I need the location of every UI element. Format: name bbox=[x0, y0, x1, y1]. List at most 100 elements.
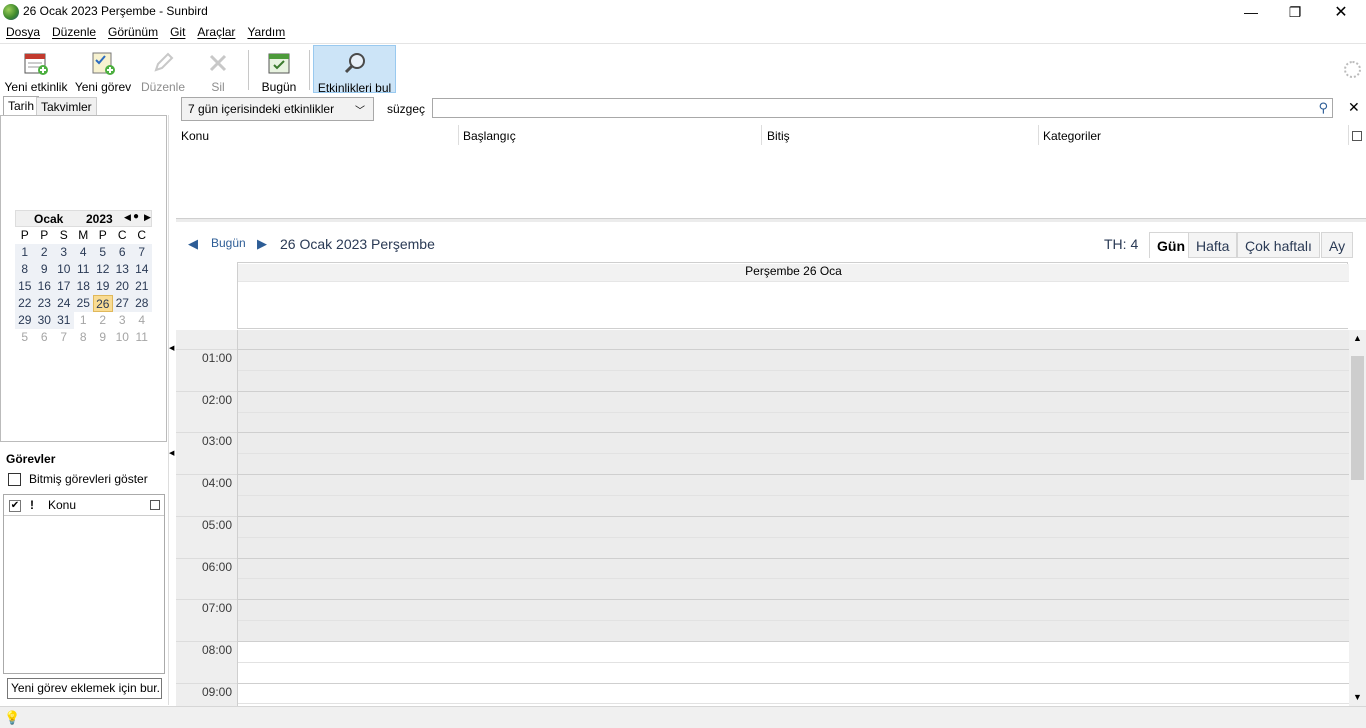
minimonth-day[interactable]: 15 bbox=[15, 278, 35, 295]
menu-gorunum[interactable]: Görünüm bbox=[108, 24, 158, 43]
minimize-button[interactable]: — bbox=[1228, 0, 1274, 24]
minimonth-day[interactable]: 31 bbox=[54, 312, 74, 329]
column-picker-icon[interactable] bbox=[1352, 131, 1362, 141]
minimonth-day[interactable]: 5 bbox=[93, 244, 113, 261]
close-filter-icon[interactable]: ✕ bbox=[1348, 99, 1360, 116]
find-events-button[interactable]: Etkinlikleri bul bbox=[313, 45, 396, 95]
scroll-up-icon[interactable]: ▲ bbox=[1353, 333, 1362, 343]
event-list[interactable]: Konu Başlangıç Bitiş Kategoriler bbox=[176, 122, 1366, 220]
menu-git[interactable]: Git bbox=[170, 24, 185, 43]
minimonth-year[interactable]: 2023 bbox=[86, 212, 113, 226]
minimonth-next-icon[interactable]: ▶ bbox=[144, 212, 151, 223]
minimonth-day[interactable]: 11 bbox=[132, 329, 152, 346]
minimonth-day[interactable]: 29 bbox=[15, 312, 35, 329]
collapse-sidebar-icon[interactable]: ◀ bbox=[169, 449, 174, 457]
search-icon[interactable]: ⚲ bbox=[1318, 100, 1328, 116]
task-subject-column[interactable]: Konu bbox=[48, 498, 76, 512]
tab-calendars[interactable]: Takvimler bbox=[36, 97, 97, 116]
minimonth-day[interactable]: 16 bbox=[34, 278, 54, 295]
minimonth-day[interactable]: 9 bbox=[34, 261, 54, 278]
collapse-sidebar-icon[interactable]: ◀ bbox=[169, 344, 174, 352]
minimonth-day[interactable]: 7 bbox=[132, 244, 152, 261]
column-picker-icon[interactable] bbox=[150, 500, 160, 510]
tab-week-view[interactable]: Hafta bbox=[1188, 232, 1238, 258]
all-day-events-area[interactable] bbox=[238, 281, 1349, 328]
minimonth-day[interactable]: 8 bbox=[74, 329, 94, 346]
new-task-input[interactable]: Yeni görev eklemek için bur... bbox=[7, 678, 162, 699]
minimonth-today-icon[interactable]: ● bbox=[133, 211, 139, 222]
minimonth-day-today[interactable]: 26 bbox=[93, 295, 113, 312]
minimonth-day[interactable]: 9 bbox=[93, 329, 113, 346]
minimonth-day[interactable]: 6 bbox=[35, 329, 55, 346]
column-divider[interactable] bbox=[1038, 125, 1039, 145]
minimonth-day[interactable]: 11 bbox=[73, 261, 93, 278]
next-day-icon[interactable]: ▶ bbox=[257, 236, 267, 252]
edit-button[interactable]: Düzenle bbox=[139, 45, 187, 94]
minimonth-day[interactable]: 1 bbox=[15, 244, 35, 261]
go-today-link[interactable]: Bugün bbox=[211, 236, 246, 250]
pane-splitter[interactable] bbox=[30, 441, 142, 445]
task-priority-column[interactable]: ! bbox=[30, 498, 34, 512]
minimonth-day[interactable]: 4 bbox=[73, 244, 93, 261]
menu-duzenle[interactable]: Düzenle bbox=[52, 24, 96, 43]
menu-dosya[interactable]: Dosya bbox=[6, 24, 40, 43]
task-completed-column-icon[interactable]: ✔ bbox=[9, 500, 21, 512]
tab-month-view[interactable]: Ay bbox=[1321, 232, 1354, 258]
minimonth-day[interactable]: 10 bbox=[113, 329, 133, 346]
minimonth-day[interactable]: 17 bbox=[54, 278, 74, 295]
tab-date[interactable]: Tarih bbox=[3, 96, 40, 115]
column-categories[interactable]: Kategoriler bbox=[1043, 129, 1101, 143]
column-divider[interactable] bbox=[1348, 125, 1349, 145]
filter-search-input[interactable]: ⚲ bbox=[432, 98, 1333, 118]
minimonth-day[interactable]: 22 bbox=[15, 295, 35, 312]
tab-day-view[interactable]: Gün bbox=[1149, 232, 1193, 258]
scroll-down-icon[interactable]: ▼ bbox=[1353, 692, 1362, 702]
minimonth-day[interactable]: 5 bbox=[15, 329, 35, 346]
menu-yardim[interactable]: Yardım bbox=[247, 24, 285, 43]
column-start[interactable]: Başlangıç bbox=[463, 129, 516, 143]
minimonth-day[interactable]: 18 bbox=[73, 278, 93, 295]
minimonth-day[interactable]: 27 bbox=[112, 295, 132, 312]
minimonth-day[interactable]: 23 bbox=[34, 295, 54, 312]
delete-button[interactable]: Sil bbox=[199, 45, 237, 94]
task-list[interactable]: ✔ ! Konu bbox=[3, 494, 165, 674]
minimonth-day[interactable]: 14 bbox=[132, 261, 152, 278]
previous-day-icon[interactable]: ◀ bbox=[188, 236, 198, 252]
minimonth-day[interactable]: 6 bbox=[112, 244, 132, 261]
minimonth-prev-icon[interactable]: ◀ bbox=[124, 212, 131, 223]
minimonth-day[interactable]: 2 bbox=[34, 244, 54, 261]
minimonth-month[interactable]: Ocak bbox=[34, 212, 63, 226]
minimonth-day[interactable]: 20 bbox=[112, 278, 132, 295]
column-divider[interactable] bbox=[458, 125, 459, 145]
show-completed-label[interactable]: Bitmiş görevleri göster bbox=[29, 472, 148, 486]
lightbulb-icon[interactable]: 💡 bbox=[4, 710, 20, 726]
minimonth-day[interactable]: 8 bbox=[15, 261, 35, 278]
minimonth-day[interactable]: 4 bbox=[132, 312, 152, 329]
new-event-button[interactable]: Yeni etkinlik bbox=[3, 45, 69, 94]
maximize-button[interactable]: ❐ bbox=[1272, 0, 1318, 24]
minimonth-day[interactable]: 19 bbox=[93, 278, 113, 295]
minimonth-day[interactable]: 10 bbox=[54, 261, 74, 278]
minimonth-day[interactable]: 24 bbox=[54, 295, 74, 312]
show-completed-checkbox[interactable] bbox=[8, 473, 21, 486]
event-range-select[interactable]: 7 gün içerisindeki etkinlikler ﹀ bbox=[181, 97, 374, 121]
close-window-button[interactable]: ✕ bbox=[1318, 0, 1364, 24]
minimonth-day[interactable]: 2 bbox=[93, 312, 113, 329]
minimonth-day[interactable]: 13 bbox=[112, 261, 132, 278]
column-divider[interactable] bbox=[761, 125, 762, 145]
menu-araclar[interactable]: Araçlar bbox=[197, 24, 235, 43]
day-time-slots[interactable] bbox=[237, 330, 1349, 706]
column-end[interactable]: Bitiş bbox=[767, 129, 790, 143]
minimonth-day[interactable]: 30 bbox=[34, 312, 54, 329]
minimonth-day[interactable]: 3 bbox=[113, 312, 133, 329]
scrollbar-thumb[interactable] bbox=[1351, 356, 1364, 480]
minimonth-day[interactable]: 3 bbox=[54, 244, 74, 261]
minimonth-day[interactable]: 7 bbox=[54, 329, 74, 346]
tab-multiweek-view[interactable]: Çok haftalı bbox=[1237, 232, 1320, 258]
column-subject[interactable]: Konu bbox=[181, 129, 209, 143]
minimonth-day[interactable]: 28 bbox=[132, 295, 152, 312]
minimonth-day[interactable]: 1 bbox=[74, 312, 94, 329]
minimonth-day[interactable]: 12 bbox=[93, 261, 113, 278]
new-task-button[interactable]: Yeni görev bbox=[74, 45, 132, 94]
today-button[interactable]: Bugün bbox=[256, 45, 302, 94]
